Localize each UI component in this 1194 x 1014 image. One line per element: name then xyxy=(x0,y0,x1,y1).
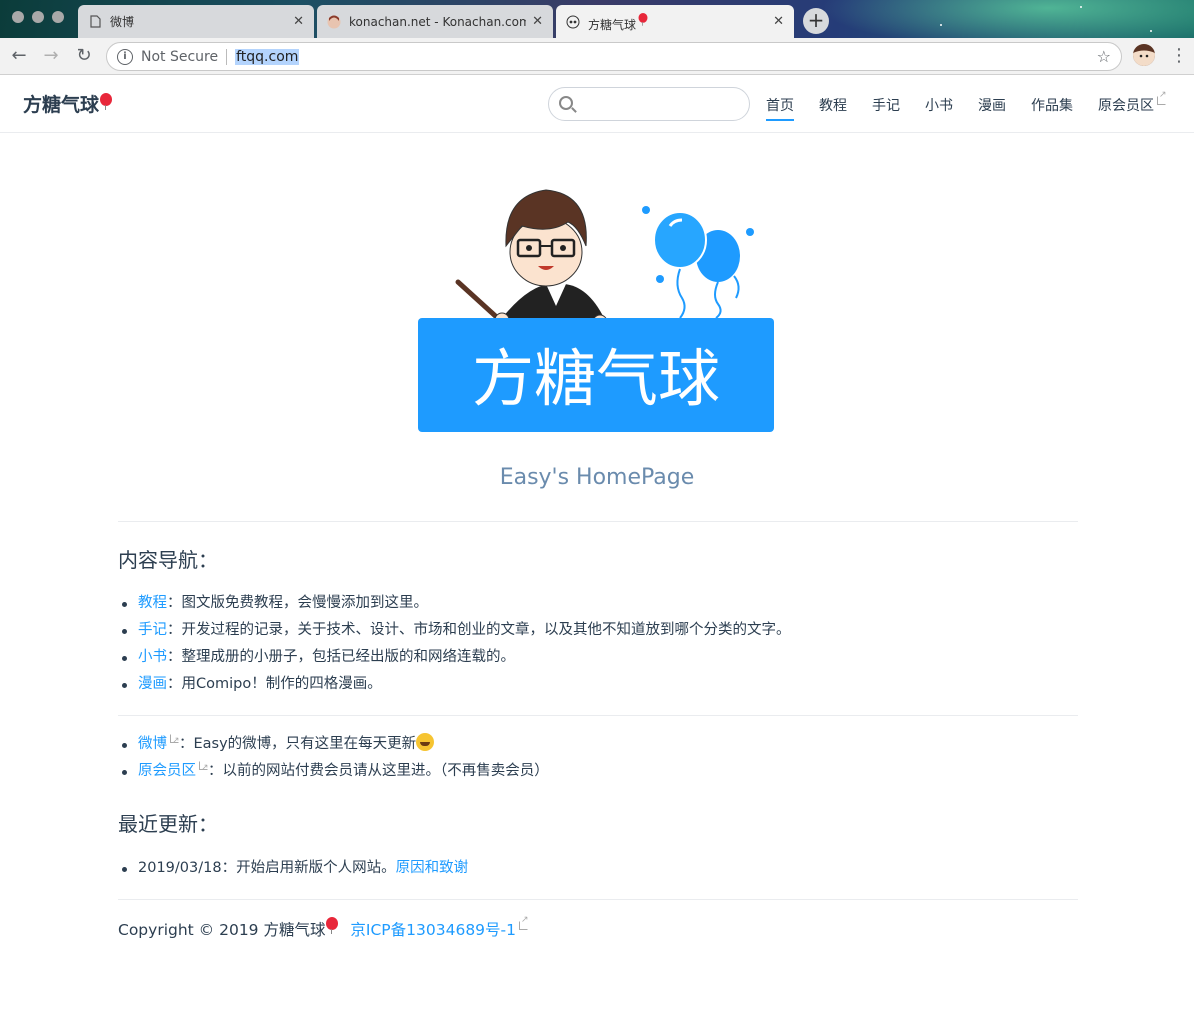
external-link-icon xyxy=(199,755,209,782)
star-decoration xyxy=(940,24,942,26)
nav-notes[interactable]: 手记 xyxy=(872,95,900,115)
nav-home[interactable]: 首页 xyxy=(766,95,794,121)
list-item: 2019/03/18：开始启用新版个人网站。原因和致谢 xyxy=(118,855,468,882)
address-bar[interactable]: i Not Secure ftqq.com ☆ xyxy=(106,42,1122,71)
star-decoration xyxy=(1150,30,1152,32)
list-item: 漫画：用Comipo！制作的四格漫画。 xyxy=(118,671,791,698)
list-item: 手记：开发过程的记录，关于技术、设计、市场和创业的文章，以及其他不知道放到哪个分… xyxy=(118,617,791,644)
nav-portfolio[interactable]: 作品集 xyxy=(1031,95,1073,115)
search-input[interactable] xyxy=(548,87,750,121)
list-item: 微博：Easy的微博，只有这里在每天更新 xyxy=(118,728,549,758)
browser-tab[interactable]: konachan.net - Konachan.com ✕ xyxy=(317,5,553,38)
external-links-list: 微博：Easy的微博，只有这里在每天更新 原会员区：以前的网站付费会员请从这里进… xyxy=(118,728,549,785)
link-reasons-thanks[interactable]: 原因和致谢 xyxy=(396,860,469,876)
divider xyxy=(118,899,1078,900)
site-title[interactable]: 方糖气球 xyxy=(23,90,113,117)
balloon-emoji-icon xyxy=(99,93,113,110)
balloon-emoji-icon xyxy=(638,12,649,26)
tab-title: 方糖气球 xyxy=(588,11,767,33)
profile-avatar[interactable] xyxy=(1133,44,1155,66)
hero-logo: 方糖气球 xyxy=(418,186,774,432)
external-link-icon xyxy=(170,728,180,755)
footer: Copyright © 2019 方糖气球 京ICP备13034689号-1 xyxy=(118,915,529,940)
window-zoom-button[interactable] xyxy=(52,11,64,23)
list-item: 教程：图文版免费教程，会慢慢添加到这里。 xyxy=(118,590,791,617)
tab-title: 微博 xyxy=(110,15,135,29)
browser-tabstrip: 微博 ✕ konachan.net - Konachan.com ✕ 方糖气球 … xyxy=(0,0,1194,38)
tab-close-icon[interactable]: ✕ xyxy=(293,14,304,29)
nav-tutorials[interactable]: 教程 xyxy=(819,95,847,115)
icp-link[interactable]: 京ICP备13034689号-1 xyxy=(350,915,529,939)
bookmark-star-icon[interactable]: ☆ xyxy=(1097,47,1111,66)
kebab-menu-icon[interactable]: ⋮ xyxy=(1170,45,1188,67)
link-comics[interactable]: 漫画 xyxy=(138,676,167,692)
content-nav-list: 教程：图文版免费教程，会慢慢添加到这里。 手记：开发过程的记录，关于技术、设计、… xyxy=(118,590,791,698)
browser-tab[interactable]: 微博 ✕ xyxy=(78,5,314,38)
copyright-text: Copyright © 2019 方糖气球 xyxy=(118,921,326,939)
link-books[interactable]: 小书 xyxy=(138,649,167,665)
list-item: 原会员区：以前的网站付费会员请从这里进。（不再售卖会员） xyxy=(118,755,549,785)
divider xyxy=(118,521,1078,522)
link-member-area[interactable]: 原会员区 xyxy=(138,755,209,782)
security-label: Not Secure xyxy=(141,48,219,65)
balloon-emoji-icon xyxy=(325,917,339,934)
site-favicon-icon xyxy=(566,15,580,29)
top-nav: 首页 教程 手记 小书 漫画 作品集 原会员区 xyxy=(766,90,1191,121)
forward-arrow-icon[interactable]: → xyxy=(40,45,62,67)
konachan-favicon-icon xyxy=(327,15,341,29)
search-icon xyxy=(559,96,573,110)
hero-illustration: 方糖气球 xyxy=(418,189,774,432)
site-header: 方糖气球 首页 教程 手记 小书 漫画 作品集 原会员区 xyxy=(0,75,1194,133)
external-link-icon xyxy=(519,915,529,930)
browser-toolbar: ← → ↻ i Not Secure ftqq.com ☆ ⋮ xyxy=(0,38,1194,75)
logo-text: 方糖气球 xyxy=(472,342,720,415)
divider xyxy=(226,48,228,65)
tab-title: konachan.net - Konachan.com xyxy=(349,14,527,29)
reload-icon[interactable]: ↻ xyxy=(73,45,95,67)
nav-member-area[interactable]: 原会员区 xyxy=(1098,90,1167,115)
updates-list: 2019/03/18：开始启用新版个人网站。原因和致谢 xyxy=(118,855,468,882)
external-link-icon xyxy=(1157,90,1167,105)
link-weibo[interactable]: 微博 xyxy=(138,728,180,755)
back-arrow-icon[interactable]: ← xyxy=(8,45,30,67)
nav-comics[interactable]: 漫画 xyxy=(978,95,1006,115)
url-text[interactable]: ftqq.com xyxy=(235,48,300,65)
link-notes[interactable]: 手记 xyxy=(138,622,167,638)
link-tutorials[interactable]: 教程 xyxy=(138,595,167,611)
tab-close-icon[interactable]: ✕ xyxy=(532,14,543,29)
content-nav-heading: 内容导航： xyxy=(118,548,218,572)
aurora-decoration xyxy=(820,0,1194,38)
tab-close-icon[interactable]: ✕ xyxy=(773,14,784,29)
laughing-emoji-icon xyxy=(416,733,435,751)
document-icon xyxy=(88,15,102,29)
info-icon[interactable]: i xyxy=(117,48,133,65)
list-item: 小书：整理成册的小册子，包括已经出版的和网络连载的。 xyxy=(118,644,791,671)
new-tab-button[interactable]: + xyxy=(803,8,829,34)
star-decoration xyxy=(1080,6,1082,8)
window-minimize-button[interactable] xyxy=(32,11,44,23)
divider xyxy=(118,715,1078,716)
hero-tagline: Easy's HomePage xyxy=(499,465,695,490)
updates-heading: 最近更新： xyxy=(118,812,218,836)
window-close-button[interactable] xyxy=(12,11,24,23)
nav-books[interactable]: 小书 xyxy=(925,95,953,115)
browser-tab-active[interactable]: 方糖气球 ✕ xyxy=(556,5,794,38)
